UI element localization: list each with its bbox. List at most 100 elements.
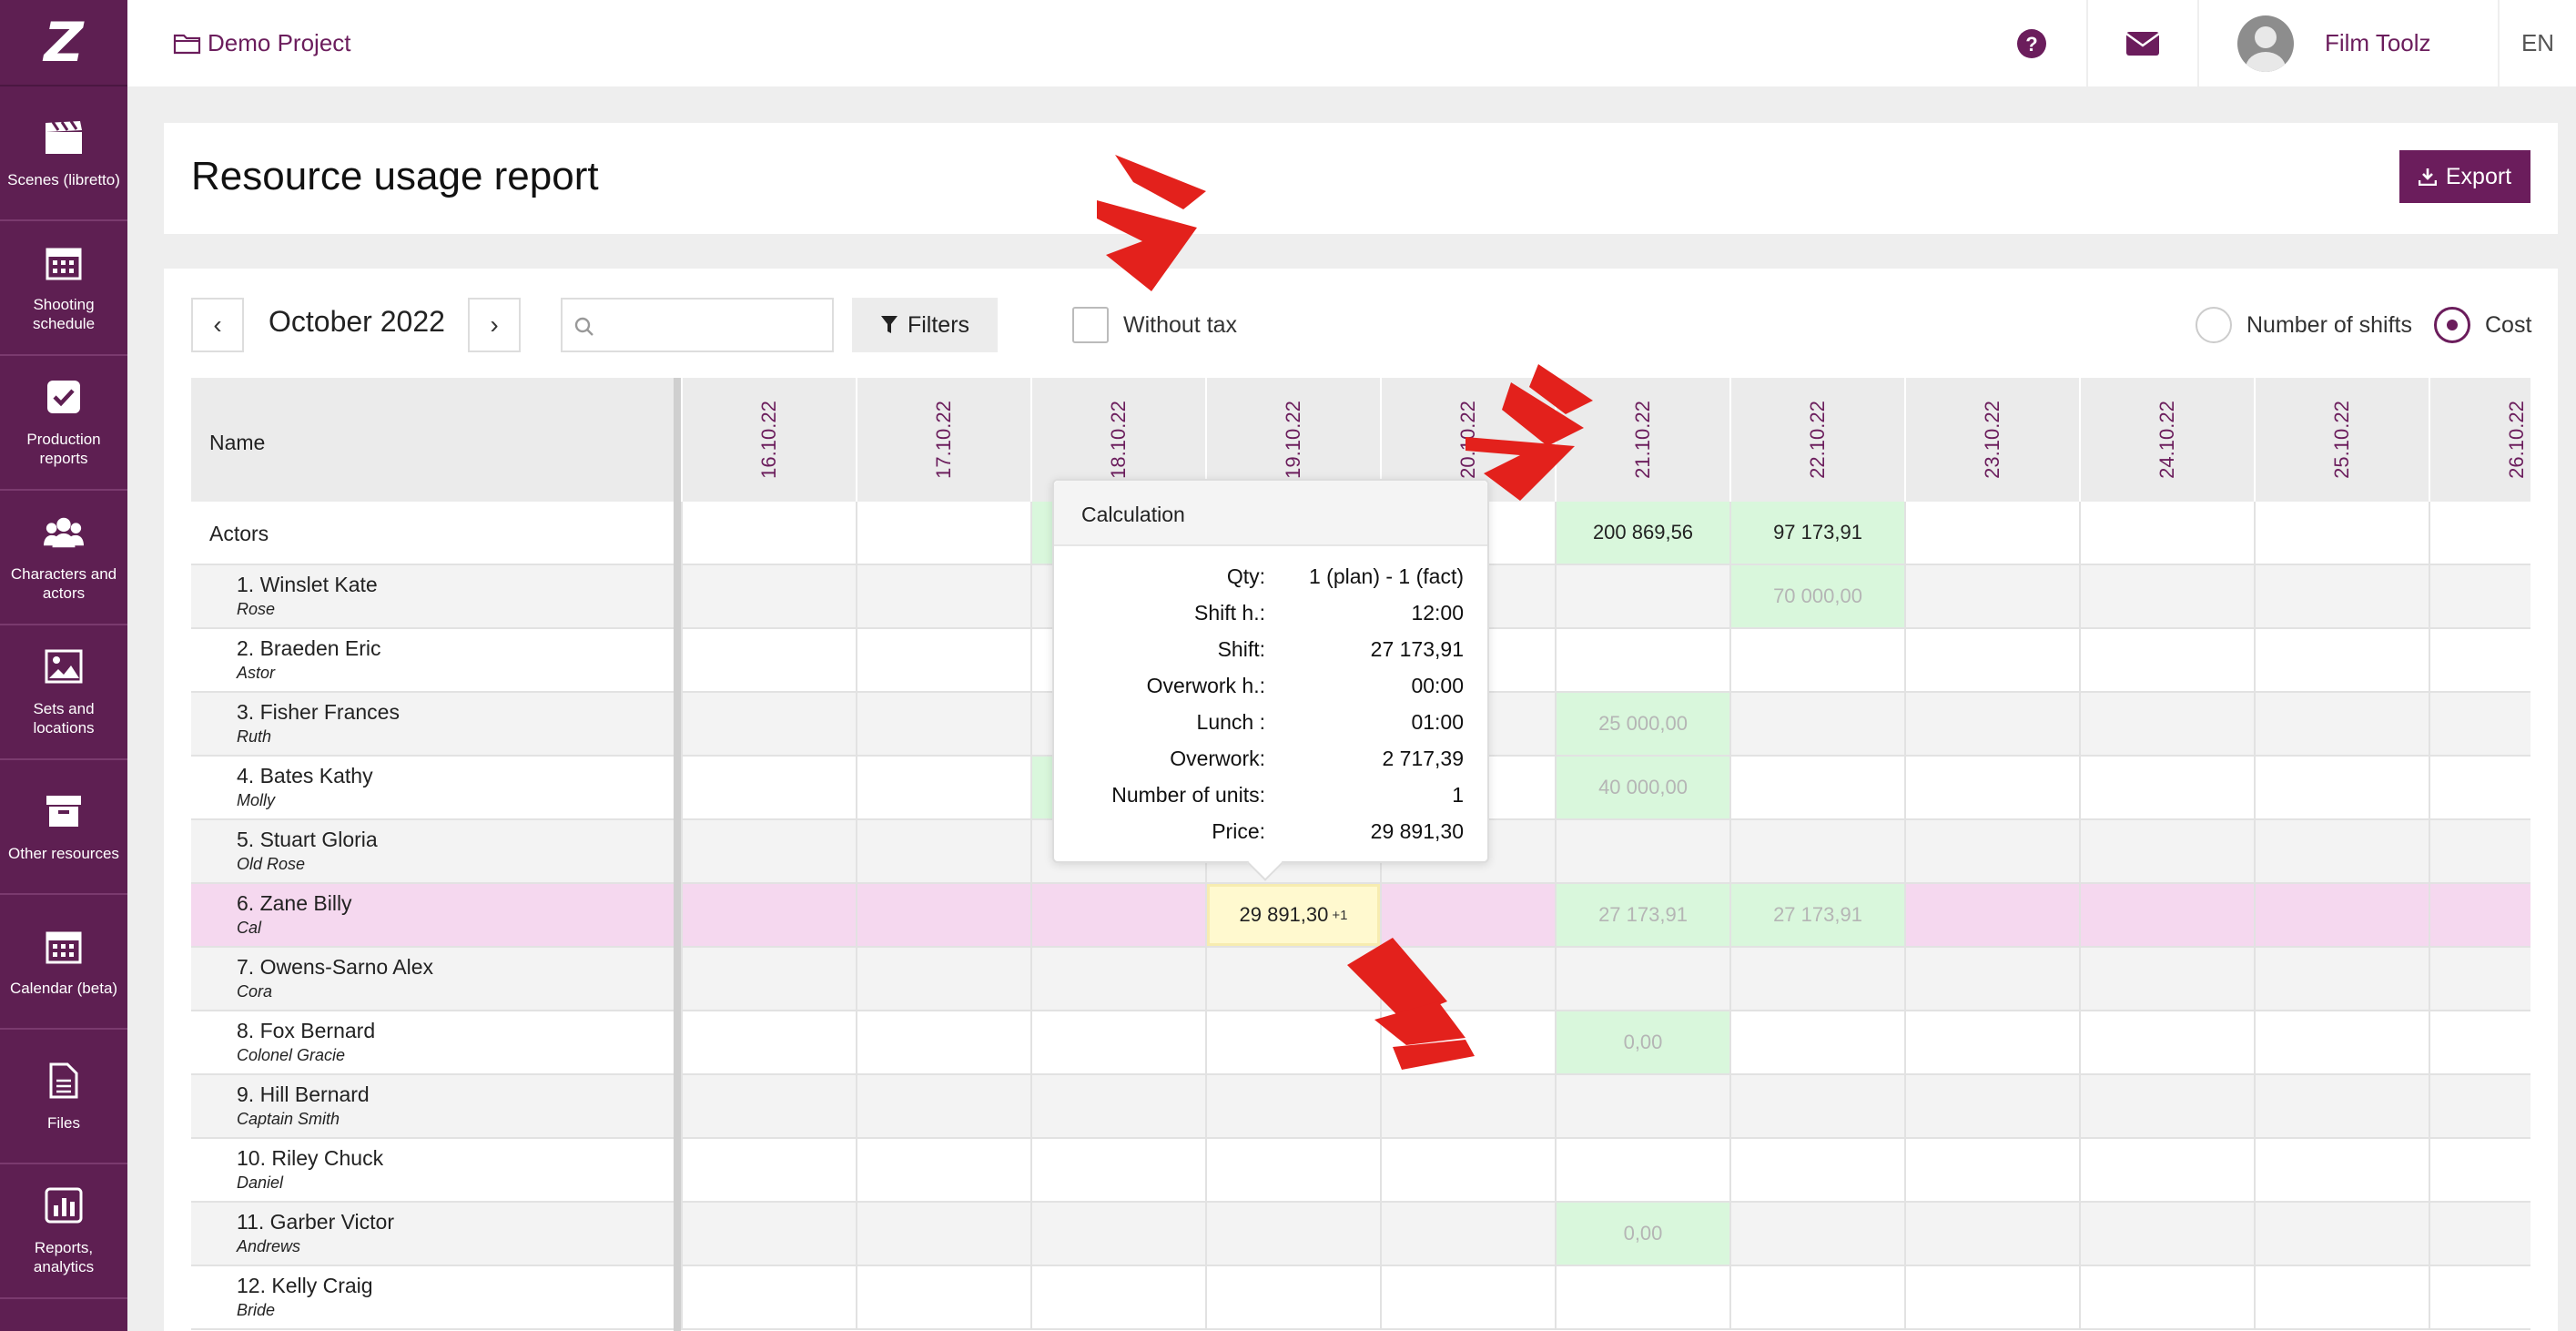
cost-cell[interactable] (681, 1266, 856, 1328)
cost-cell[interactable] (856, 884, 1030, 946)
cost-cell[interactable] (1555, 1266, 1729, 1328)
cost-cell[interactable] (681, 948, 856, 1010)
cost-cell[interactable] (2429, 693, 2530, 755)
cost-cell[interactable] (1904, 565, 2079, 627)
cost-cell[interactable] (2079, 1075, 2254, 1137)
cost-cell[interactable]: 0,00 (1555, 1011, 1729, 1073)
shifts-radio[interactable] (2196, 307, 2232, 343)
cost-cell[interactable] (2254, 1075, 2429, 1137)
table-row[interactable]: 10. Riley Chuck Daniel (191, 1139, 2530, 1203)
app-logo[interactable]: Z (0, 0, 127, 86)
prev-month-button[interactable]: ‹ (191, 298, 244, 352)
cost-cell[interactable] (1904, 884, 2079, 946)
cost-cell[interactable] (1030, 1266, 1205, 1328)
cost-cell[interactable] (1904, 693, 2079, 755)
cost-cell[interactable]: 70 000,00 (1729, 565, 1904, 627)
cost-cell[interactable] (1904, 757, 2079, 818)
cost-cell[interactable] (856, 1011, 1030, 1073)
cost-cell[interactable] (2429, 629, 2530, 691)
cost-cell[interactable] (1904, 502, 2079, 564)
cost-cell[interactable] (2429, 884, 2530, 946)
cost-cell[interactable] (1729, 820, 1904, 882)
cost-cell[interactable] (2079, 884, 2254, 946)
cost-cell[interactable] (2254, 565, 2429, 627)
cost-cell[interactable] (1555, 820, 1729, 882)
cost-cell[interactable] (856, 1139, 1030, 1201)
user-menu[interactable]: Film Toolz (2197, 0, 2498, 86)
cost-cell[interactable] (2429, 1139, 2530, 1201)
cost-cell[interactable] (681, 502, 856, 564)
cost-cell[interactable] (2254, 629, 2429, 691)
cost-cell[interactable] (1555, 948, 1729, 1010)
table-row[interactable]: 11. Garber Victor Andrews 0,00 (191, 1203, 2530, 1266)
cost-cell[interactable]: 97 173,91 (1729, 502, 1904, 564)
cost-cell[interactable] (2079, 757, 2254, 818)
cost-cell[interactable] (1555, 1075, 1729, 1137)
sidebar-item-sets-and-locations[interactable]: Sets and locations (0, 625, 127, 760)
cost-cell[interactable] (1030, 1139, 1205, 1201)
cost-cell[interactable] (2079, 502, 2254, 564)
cost-cell[interactable] (2429, 1266, 2530, 1328)
cost-cell[interactable]: 27 173,91 (1555, 884, 1729, 946)
cost-cell[interactable] (1380, 884, 1555, 946)
cost-cell[interactable] (1904, 820, 2079, 882)
cost-cell[interactable]: 25 000,00 (1555, 693, 1729, 755)
cost-cell[interactable] (1205, 1203, 1380, 1265)
cost-cell[interactable] (1729, 1266, 1904, 1328)
help-button[interactable]: ? (1977, 0, 2086, 86)
cost-cell[interactable] (856, 1075, 1030, 1137)
cost-cell[interactable] (1030, 1203, 1205, 1265)
cost-cell[interactable] (2429, 502, 2530, 564)
cost-cell[interactable] (2079, 948, 2254, 1010)
cost-cell[interactable] (681, 1011, 856, 1073)
cost-cell[interactable] (681, 1203, 856, 1265)
sidebar-item-scenes-libretto[interactable]: Scenes (libretto) (0, 86, 127, 221)
cost-cell[interactable] (1904, 1011, 2079, 1073)
sidebar-item-other-resources[interactable]: Other resources (0, 760, 127, 895)
cost-cell[interactable] (1729, 1075, 1904, 1137)
sidebar-item-shooting-schedule[interactable]: Shooting schedule (0, 221, 127, 356)
cost-cell[interactable] (681, 629, 856, 691)
cost-cell[interactable] (2079, 629, 2254, 691)
cost-cell[interactable] (1205, 1139, 1380, 1201)
cost-cell[interactable] (681, 884, 856, 946)
cost-cell[interactable] (681, 820, 856, 882)
cost-cell[interactable] (2254, 884, 2429, 946)
cost-cell[interactable] (1555, 629, 1729, 691)
cost-cell[interactable] (2429, 565, 2530, 627)
cost-cell[interactable] (1904, 1203, 2079, 1265)
cost-cell[interactable] (2079, 1203, 2254, 1265)
column-resizer[interactable] (674, 378, 681, 1331)
cost-cell[interactable] (2254, 1203, 2429, 1265)
language-switch[interactable]: EN (2498, 0, 2576, 86)
cost-cell[interactable] (856, 629, 1030, 691)
cost-cell[interactable] (1729, 757, 1904, 818)
cost-cell[interactable] (2429, 820, 2530, 882)
cost-cell[interactable] (2254, 1139, 2429, 1201)
cost-cell[interactable] (1380, 1266, 1555, 1328)
cost-radio[interactable] (2434, 307, 2470, 343)
cost-cell[interactable] (681, 1139, 856, 1201)
cost-cell[interactable] (856, 565, 1030, 627)
cost-cell[interactable] (1904, 1266, 2079, 1328)
cost-cell[interactable] (2254, 1266, 2429, 1328)
cost-cell[interactable] (1729, 629, 1904, 691)
cost-cell[interactable] (2254, 820, 2429, 882)
cost-cell[interactable] (1904, 948, 2079, 1010)
cost-cell[interactable]: 27 173,91 (1729, 884, 1904, 946)
cost-cell[interactable] (856, 820, 1030, 882)
without-tax-checkbox[interactable] (1072, 307, 1109, 343)
sidebar-item-calendar-beta[interactable]: Calendar (beta) (0, 895, 127, 1030)
cost-cell[interactable] (1205, 1266, 1380, 1328)
cost-cell[interactable] (1555, 1139, 1729, 1201)
cost-cell[interactable] (1729, 693, 1904, 755)
filters-button[interactable]: Filters (852, 298, 998, 352)
cost-cell[interactable] (1904, 1139, 2079, 1201)
table-row[interactable]: 12. Kelly Craig Bride (191, 1266, 2530, 1330)
cost-cell[interactable] (2429, 757, 2530, 818)
cost-cell[interactable] (2254, 1011, 2429, 1073)
cost-cell[interactable] (681, 1075, 856, 1137)
sidebar-item-production-reports[interactable]: Production reports (0, 356, 127, 491)
cost-cell[interactable]: 0,00 (1555, 1203, 1729, 1265)
cost-cell[interactable] (1205, 1075, 1380, 1137)
